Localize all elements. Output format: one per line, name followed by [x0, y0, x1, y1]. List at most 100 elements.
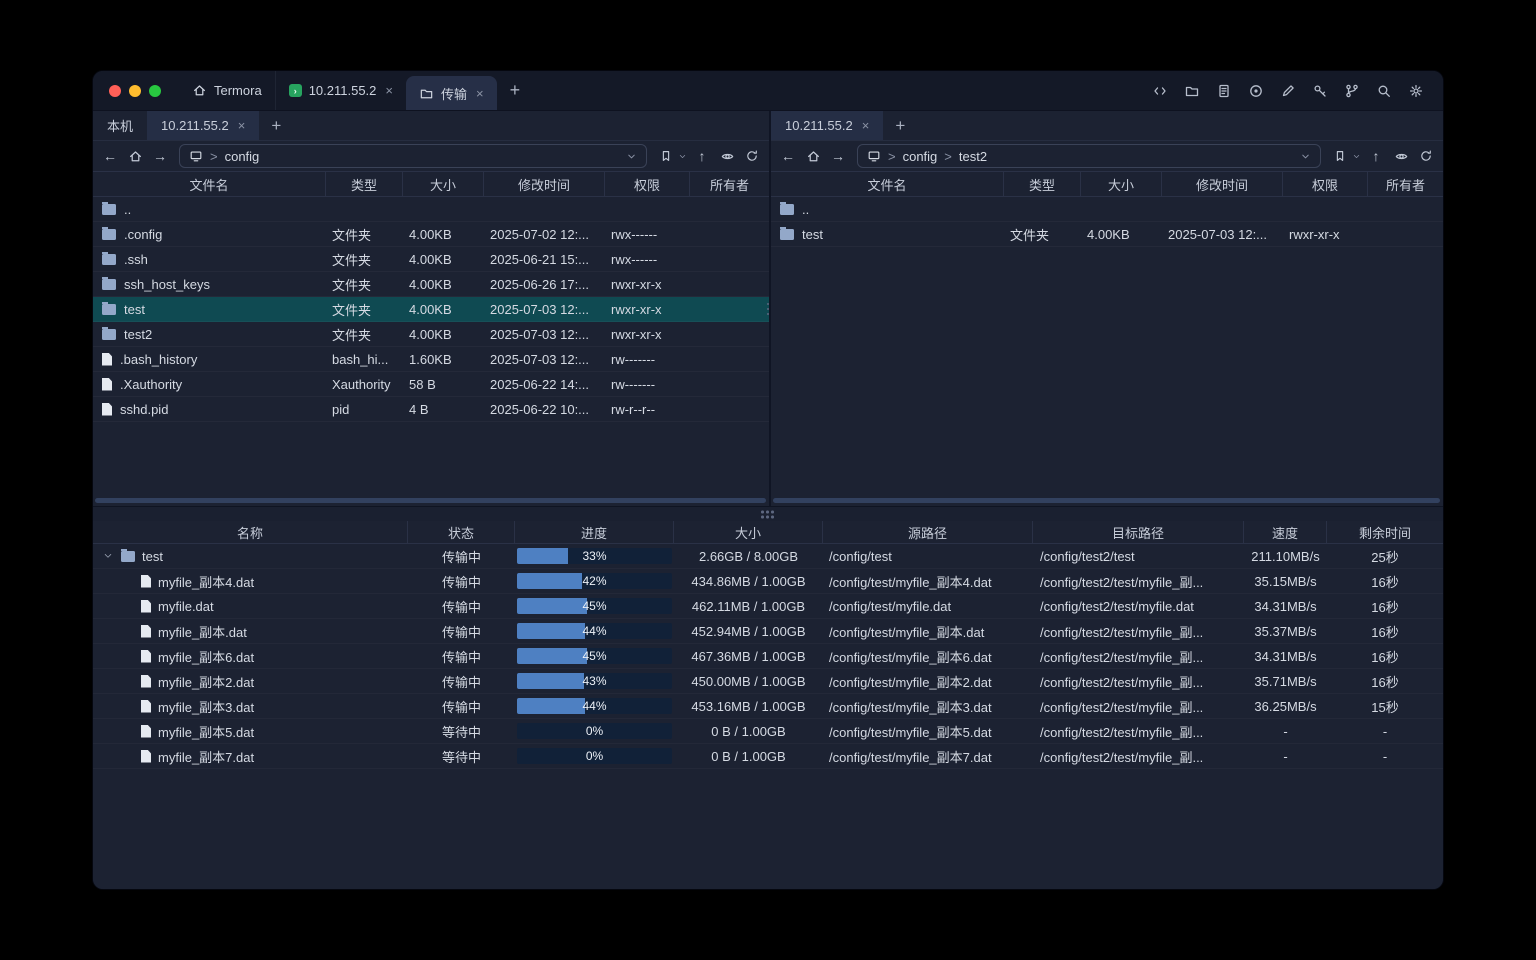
chevron-down-icon[interactable] [675, 144, 689, 168]
file-row[interactable]: .ssh 文件夹 4.00KB 2025-06-21 15:... rwx---… [93, 247, 769, 272]
file-row-selected[interactable]: test 文件夹 4.00KB 2025-07-03 12:... rwxr-x… [93, 297, 769, 322]
zoom-window-button[interactable] [149, 85, 161, 97]
close-icon[interactable]: × [385, 83, 393, 98]
path-breadcrumb[interactable]: > config [179, 144, 647, 168]
minimize-window-button[interactable] [129, 85, 141, 97]
close-window-button[interactable] [109, 85, 121, 97]
column-header-eta[interactable]: 剩余时间 [1327, 521, 1443, 543]
transfer-row[interactable]: myfile_副本5.dat 等待中 0% 0 B / 1.00GB /conf… [93, 719, 1443, 744]
tab-local-machine[interactable]: 本机 [93, 111, 147, 140]
forward-icon[interactable]: → [826, 144, 850, 168]
file-row[interactable]: .. [771, 197, 1443, 222]
file-perm: rwx------ [605, 252, 690, 267]
column-header-status[interactable]: 状态 [408, 521, 515, 543]
settings-gear-icon[interactable] [1407, 82, 1425, 100]
column-header-perm[interactable]: 权限 [605, 172, 690, 196]
close-icon[interactable]: × [862, 118, 870, 133]
breadcrumb-segment[interactable]: config [225, 149, 260, 164]
breadcrumb-segment[interactable]: test2 [959, 149, 987, 164]
splitter-grip[interactable] [761, 510, 775, 519]
horizontal-scrollbar[interactable] [773, 498, 1440, 503]
transfer-row[interactable]: myfile_副本7.dat 等待中 0% 0 B / 1.00GB /conf… [93, 744, 1443, 769]
transfer-size: 453.16MB / 1.00GB [674, 699, 823, 714]
file-size: 4.00KB [403, 302, 484, 317]
branch-icon[interactable] [1343, 82, 1361, 100]
column-header-speed[interactable]: 速度 [1244, 521, 1327, 543]
show-hidden-eye-icon[interactable] [715, 144, 739, 168]
column-header-name[interactable]: 文件名 [771, 172, 1004, 196]
edit-icon[interactable] [1279, 82, 1297, 100]
refresh-icon[interactable] [1414, 144, 1438, 168]
column-header-type[interactable]: 类型 [1004, 172, 1081, 196]
transfer-row[interactable]: myfile.dat 传输中 45% 462.11MB / 1.00GB /co… [93, 594, 1443, 619]
column-header-owner[interactable]: 所有者 [1368, 172, 1443, 196]
column-header-progress[interactable]: 进度 [515, 521, 674, 543]
back-icon[interactable]: ← [98, 144, 122, 168]
file-size: 1.60KB [403, 352, 484, 367]
folder-icon[interactable] [1183, 82, 1201, 100]
home-icon[interactable] [123, 144, 147, 168]
column-header-name[interactable]: 名称 [93, 521, 408, 543]
back-icon[interactable]: ← [776, 144, 800, 168]
home-icon [192, 83, 207, 98]
column-header-perm[interactable]: 权限 [1283, 172, 1368, 196]
file-row[interactable]: sshd.pid pid 4 B 2025-06-22 10:... rw-r-… [93, 397, 769, 422]
chevron-down-icon[interactable] [626, 151, 637, 162]
close-icon[interactable]: × [238, 118, 246, 133]
new-panel-tab-button[interactable]: + [883, 111, 917, 140]
transfer-row[interactable]: myfile_副本.dat 传输中 44% 452.94MB / 1.00GB … [93, 619, 1443, 644]
column-header-target[interactable]: 目标路径 [1033, 521, 1244, 543]
log-icon[interactable] [1215, 82, 1233, 100]
home-icon[interactable] [801, 144, 825, 168]
chevron-down-icon[interactable] [1300, 151, 1311, 162]
forward-icon[interactable]: → [148, 144, 172, 168]
file-row[interactable]: .config 文件夹 4.00KB 2025-07-02 12:... rwx… [93, 222, 769, 247]
new-panel-tab-button[interactable]: + [259, 111, 293, 140]
chevron-down-icon[interactable] [101, 550, 114, 563]
file-row[interactable]: .. [93, 197, 769, 222]
tab-termora-home[interactable]: Termora [179, 71, 275, 110]
column-header-name[interactable]: 文件名 [93, 172, 326, 196]
transfer-target: /config/test2/test/myfile_副... [1033, 622, 1244, 641]
transfer-row[interactable]: myfile_副本4.dat 传输中 42% 434.86MB / 1.00GB… [93, 569, 1443, 594]
column-header-type[interactable]: 类型 [326, 172, 403, 196]
search-icon[interactable] [1375, 82, 1393, 100]
file-row[interactable]: test2 文件夹 4.00KB 2025-07-03 12:... rwxr-… [93, 322, 769, 347]
breadcrumb-separator: > [944, 149, 952, 164]
column-header-mtime[interactable]: 修改时间 [1162, 172, 1283, 196]
file-row[interactable]: ssh_host_keys 文件夹 4.00KB 2025-06-26 17:.… [93, 272, 769, 297]
transfer-row[interactable]: myfile_副本3.dat 传输中 44% 453.16MB / 1.00GB… [93, 694, 1443, 719]
horizontal-scrollbar[interactable] [95, 498, 766, 503]
transfer-row[interactable]: test 传输中 33% 2.66GB / 8.00GB /config/tes… [93, 544, 1443, 569]
new-window-tab-button[interactable]: + [497, 71, 534, 110]
close-icon[interactable]: × [476, 86, 484, 101]
file-row[interactable]: .bash_history bash_hi... 1.60KB 2025-07-… [93, 347, 769, 372]
record-icon[interactable] [1247, 82, 1265, 100]
tab-transfer[interactable]: 传输 × [406, 76, 497, 110]
column-header-size[interactable]: 大小 [1081, 172, 1162, 196]
tab-remote-host[interactable]: 10.211.55.2 × [771, 111, 883, 140]
transfer-row[interactable]: myfile_副本2.dat 传输中 43% 450.00MB / 1.00GB… [93, 669, 1443, 694]
path-breadcrumb[interactable]: > config > test2 [857, 144, 1321, 168]
transfer-row[interactable]: myfile_副本6.dat 传输中 45% 467.36MB / 1.00GB… [93, 644, 1443, 669]
file-row[interactable]: .Xauthority Xauthority 58 B 2025-06-22 1… [93, 372, 769, 397]
parent-directory-icon[interactable]: ↑ [690, 144, 714, 168]
breadcrumb-segment[interactable]: config [903, 149, 938, 164]
column-header-mtime[interactable]: 修改时间 [484, 172, 605, 196]
key-icon[interactable] [1311, 82, 1329, 100]
transfer-splitter[interactable] [93, 506, 1443, 521]
parent-directory-icon[interactable]: ↑ [1364, 144, 1388, 168]
column-header-source[interactable]: 源路径 [823, 521, 1033, 543]
tab-remote-host[interactable]: 10.211.55.2 × [147, 111, 259, 140]
refresh-icon[interactable] [740, 144, 764, 168]
chevron-down-icon[interactable] [1349, 144, 1363, 168]
tab-host-session[interactable]: 10.211.55.2 × [275, 71, 406, 110]
column-header-size[interactable]: 大小 [403, 172, 484, 196]
transfer-speed: 34.31MB/s [1244, 649, 1327, 664]
column-header-owner[interactable]: 所有者 [690, 172, 769, 196]
show-hidden-eye-icon[interactable] [1389, 144, 1413, 168]
transfer-speed: - [1244, 724, 1327, 739]
code-icon[interactable] [1151, 82, 1169, 100]
file-row[interactable]: test 文件夹 4.00KB 2025-07-03 12:... rwxr-x… [771, 222, 1443, 247]
column-header-size[interactable]: 大小 [674, 521, 823, 543]
